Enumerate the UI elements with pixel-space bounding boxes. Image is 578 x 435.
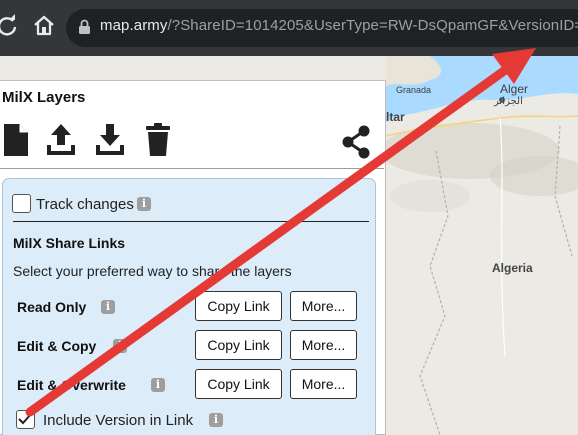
reload-icon[interactable] [0,13,20,39]
map-label-alger: Alger [500,82,529,96]
read-only-more-button[interactable]: More... [290,291,357,321]
panel-title: MilX Layers [2,89,86,106]
browser-toolbar: map.army/?ShareID=1014205&UserType=RW-Ds… [0,0,578,56]
info-icon[interactable]: i [101,300,115,314]
edit-copy-more-button[interactable]: More... [290,330,357,360]
row-label-edit-overwrite: Edit & Overwrite [17,377,126,393]
trash-icon[interactable] [142,121,174,159]
url-text[interactable]: map.army/?ShareID=1014205&UserType=RW-Ds… [100,17,578,34]
info-icon[interactable]: i [151,378,165,392]
milx-layers-panel: MilX Layers Track changes i MilX Share L… [0,80,386,435]
info-icon[interactable]: i [209,413,223,427]
map-label-partial: ltar [386,110,405,124]
track-changes-checkbox[interactable] [12,194,31,213]
url-host: map.army [100,17,168,34]
info-icon[interactable]: i [113,339,127,353]
box-divider [13,221,369,222]
upload-icon[interactable] [45,121,77,159]
download-icon[interactable] [94,121,126,159]
map-label-granada: Granada [396,85,432,95]
map-label-alger-arabic: الجزائر [494,96,523,107]
panel-divider [0,168,384,169]
lock-icon[interactable] [78,19,91,35]
share-links-title: MilX Share Links [13,235,126,251]
edit-overwrite-more-button[interactable]: More... [290,369,357,399]
row-label-read-only: Read Only [17,299,87,315]
edit-overwrite-copy-link-button[interactable]: Copy Link [195,369,282,399]
url-path: /?ShareID=1014205&UserType=RW-DsQpamGF&V… [167,17,578,34]
edit-copy-copy-link-button[interactable]: Copy Link [195,330,282,360]
info-icon[interactable]: i [137,197,151,211]
include-version-checkbox[interactable] [16,410,35,429]
row-label-edit-copy: Edit & Copy [17,338,97,354]
track-changes-label: Track changes [36,196,134,213]
new-file-icon[interactable] [1,121,33,159]
checkmark-icon [18,413,32,425]
map-label-algeria: Algeria [492,261,533,275]
share-icon[interactable] [340,123,372,161]
home-icon[interactable] [31,13,57,39]
share-settings-box: Track changes i MilX Share Links Select … [2,178,376,435]
read-only-copy-link-button[interactable]: Copy Link [195,291,282,321]
include-version-label: Include Version in Link [43,412,194,429]
share-links-description: Select your preferred way to share the l… [13,263,292,279]
